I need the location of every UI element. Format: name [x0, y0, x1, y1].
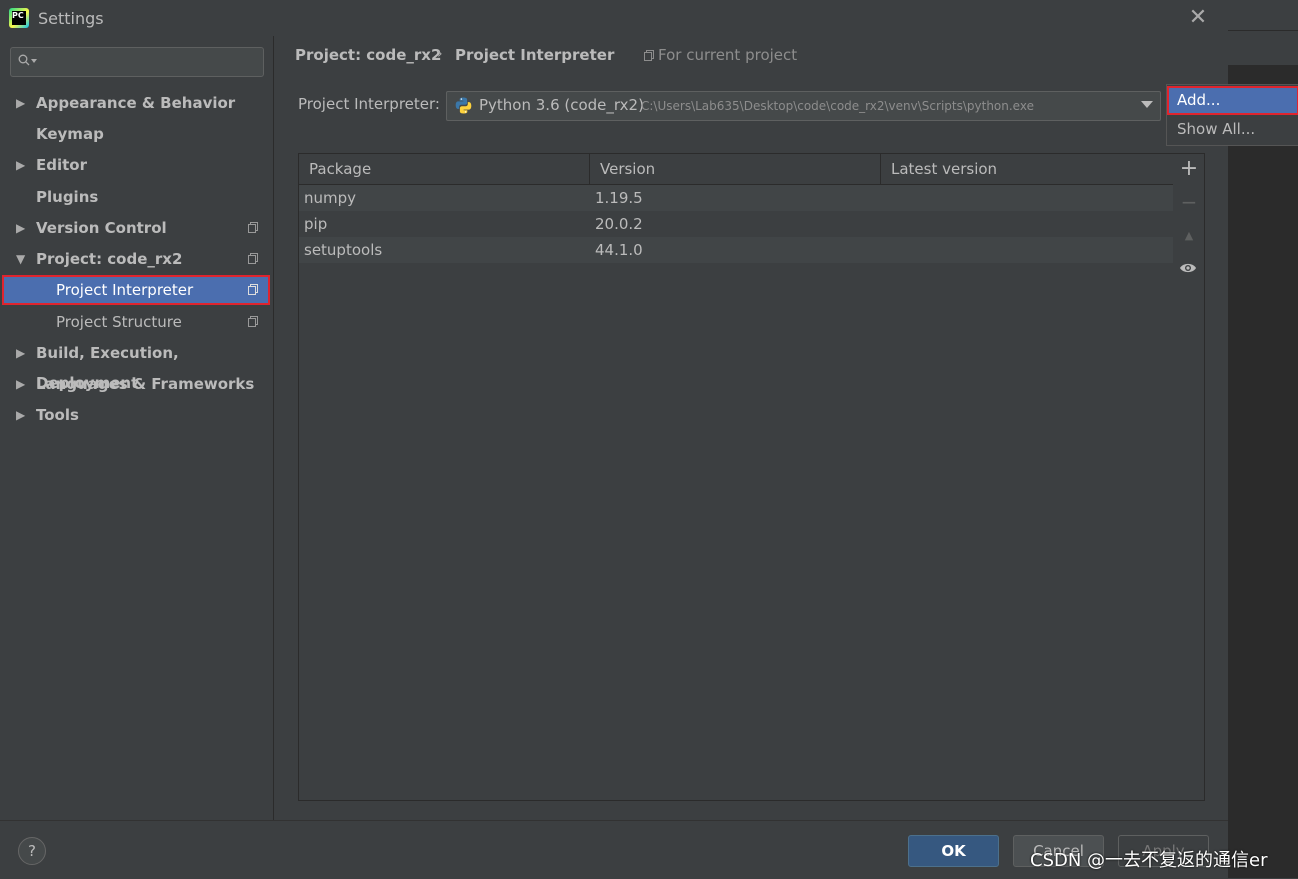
- title-bar: PC Settings ✕: [0, 0, 1228, 36]
- packages-table: Package Version Latest version numpy 1.1…: [298, 153, 1175, 801]
- project-scope-icon: [248, 222, 258, 233]
- expand-arrow-icon[interactable]: ▶: [16, 150, 25, 180]
- expand-arrow-icon[interactable]: ▶: [16, 400, 25, 430]
- menu-item-show-all[interactable]: Show All...: [1167, 115, 1298, 144]
- column-header-latest-version[interactable]: Latest version: [881, 154, 1174, 184]
- expand-arrow-icon[interactable]: ▶: [16, 88, 25, 118]
- eye-icon[interactable]: [1179, 262, 1197, 274]
- expand-arrow-icon[interactable]: ▶: [16, 213, 25, 243]
- interpreter-path: C:\Users\Lab635\Desktop\code\code_rx2\ve…: [641, 99, 1034, 113]
- table-row[interactable]: pip 20.0.2: [299, 211, 1174, 237]
- table-row[interactable]: numpy 1.19.5: [299, 185, 1174, 211]
- scope-note: For current project: [644, 46, 797, 64]
- watermark: CSDN @一去不复返的通信er: [1030, 850, 1268, 871]
- sidebar-item-keymap[interactable]: Keymap: [0, 119, 273, 149]
- breadcrumb-separator: ›: [437, 46, 443, 62]
- settings-content: Project: code_rx2 › Project Interpreter …: [274, 36, 1228, 820]
- sidebar-item-build-execution-deployment[interactable]: ▶ Build, Execution, Deployment: [0, 338, 273, 392]
- project-scope-icon: [644, 50, 654, 61]
- interpreter-options-menu: Add... Show All...: [1166, 84, 1298, 146]
- close-icon[interactable]: ✕: [1186, 6, 1210, 30]
- package-name: numpy: [304, 189, 357, 207]
- sidebar-item-editor[interactable]: ▶ Editor: [0, 150, 273, 180]
- sidebar-item-plugins[interactable]: Plugins: [0, 182, 273, 212]
- sidebar-item-appearance-behavior[interactable]: ▶ Appearance & Behavior: [0, 88, 273, 118]
- interpreter-select[interactable]: Python 3.6 (code_rx2) C:\Users\Lab635\De…: [446, 91, 1161, 121]
- upgrade-package-icon[interactable]: ▲: [1179, 226, 1199, 246]
- window-title: Settings: [38, 9, 104, 28]
- dropdown-arrow-icon[interactable]: [1141, 101, 1153, 108]
- sidebar-item-version-control[interactable]: ▶ Version Control: [0, 213, 273, 243]
- expand-arrow-icon[interactable]: ▶: [16, 338, 25, 368]
- search-icon: [18, 54, 30, 66]
- page-title: Project Interpreter: [455, 46, 615, 64]
- python-logo-icon: [455, 97, 472, 114]
- project-scope-icon: [248, 284, 258, 295]
- packages-toolbar: + − ▲: [1173, 153, 1205, 801]
- interpreter-name: Python 3.6 (code_rx2): [479, 96, 644, 114]
- sidebar-item-project[interactable]: ▼ Project: code_rx2: [0, 244, 273, 274]
- package-name: setuptools: [304, 241, 383, 259]
- remove-package-icon[interactable]: −: [1179, 192, 1199, 212]
- project-scope-icon: [248, 253, 258, 264]
- add-package-icon[interactable]: +: [1179, 158, 1199, 180]
- table-row[interactable]: setuptools 44.1.0: [299, 237, 1174, 263]
- pycharm-logo-icon: PC: [9, 8, 29, 28]
- package-version: 1.19.5: [595, 189, 643, 207]
- collapse-arrow-icon[interactable]: ▼: [16, 244, 25, 274]
- column-header-package[interactable]: Package: [299, 154, 590, 184]
- search-options-chevron-icon[interactable]: [31, 59, 37, 63]
- table-header: Package Version Latest version: [299, 154, 1174, 185]
- sidebar-item-project-structure[interactable]: Project Structure: [0, 307, 273, 337]
- ok-button[interactable]: OK: [908, 835, 999, 867]
- column-header-version[interactable]: Version: [590, 154, 881, 184]
- sidebar-item-tools[interactable]: ▶ Tools: [0, 400, 273, 430]
- help-button[interactable]: ?: [18, 837, 46, 865]
- breadcrumb-project: Project: code_rx2: [295, 46, 442, 64]
- sidebar-item-project-interpreter[interactable]: Project Interpreter: [2, 275, 270, 305]
- settings-dialog: PC Settings ✕ ▶ Appearance & Behavior Ke…: [0, 0, 1228, 879]
- package-version: 44.1.0: [595, 241, 643, 259]
- sidebar-item-languages-frameworks[interactable]: ▶ Languages & Frameworks: [0, 369, 273, 399]
- expand-arrow-icon[interactable]: ▶: [16, 369, 25, 399]
- project-scope-icon: [248, 316, 258, 327]
- menu-item-add[interactable]: Add...: [1167, 86, 1298, 115]
- search-input[interactable]: [10, 47, 264, 77]
- interpreter-label: Project Interpreter:: [298, 95, 440, 113]
- package-name: pip: [304, 215, 328, 233]
- package-version: 20.0.2: [595, 215, 643, 233]
- settings-sidebar: ▶ Appearance & Behavior Keymap ▶ Editor …: [0, 36, 274, 820]
